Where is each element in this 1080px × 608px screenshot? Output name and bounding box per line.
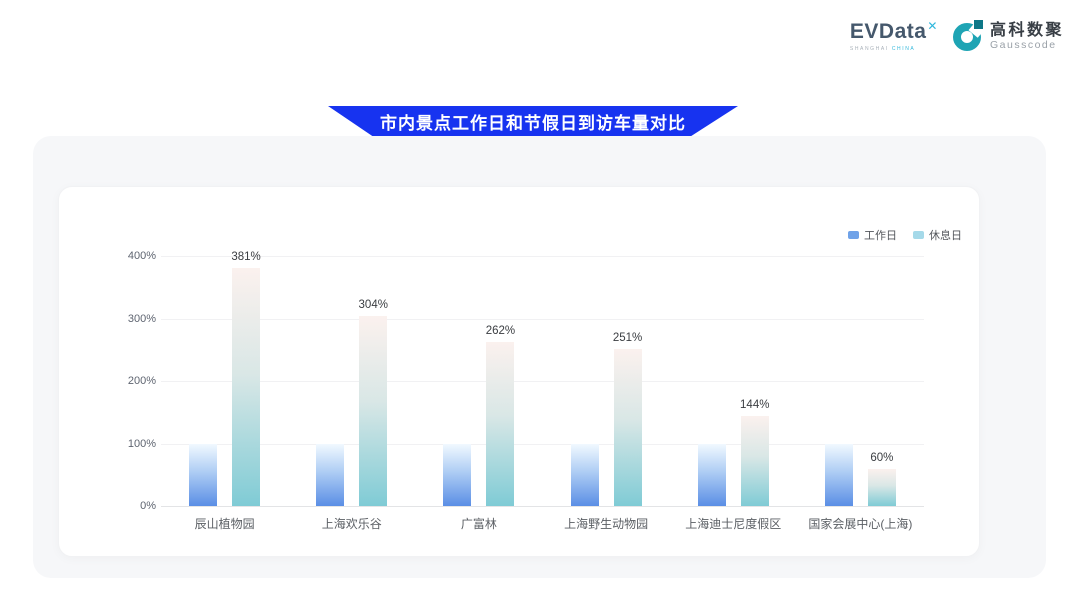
bar-value-label: 304% <box>341 299 405 311</box>
bar-value-label: 251% <box>596 332 660 344</box>
title-banner: 市内景点工作日和节假日到访车量对比 <box>328 106 738 136</box>
header-logos: EVData✕ SHANGHAI CHINA 高科数聚 Gausscode <box>850 20 1064 52</box>
bar-工作日 <box>698 444 726 507</box>
bar-value-label: 144% <box>723 399 787 411</box>
bar-休息日 <box>741 416 769 506</box>
y-axis-tick: 0% <box>101 500 156 512</box>
y-axis-tick: 400% <box>101 250 156 262</box>
x-axis-category-label: 上海迪士尼度假区 <box>663 515 803 532</box>
x-axis-category-label: 广富林 <box>409 515 549 532</box>
bar-休息日 <box>232 268 260 506</box>
bar-value-label: 381% <box>214 251 278 263</box>
gridline <box>161 381 924 382</box>
bar-休息日 <box>614 349 642 506</box>
gridline <box>161 444 924 445</box>
bar-工作日 <box>571 444 599 507</box>
y-axis-tick: 200% <box>101 375 156 387</box>
chart-card: 工作日休息日 0%100%200%300%400%辰山植物园381%上海欢乐谷3… <box>58 186 980 557</box>
y-axis-tick: 300% <box>101 313 156 325</box>
bar-工作日 <box>316 444 344 507</box>
gausscode-name-cn: 高科数聚 <box>990 22 1064 39</box>
report-page: { "header": { "evdata_logo": { "text": "… <box>0 0 1080 608</box>
x-axis-category-label: 辰山植物园 <box>155 515 295 532</box>
evdata-x-icon: ✕ <box>927 19 938 33</box>
bar-工作日 <box>825 444 853 507</box>
bar-value-label: 60% <box>850 452 914 464</box>
bar-工作日 <box>443 444 471 507</box>
evdata-logo: EVData✕ SHANGHAI CHINA <box>850 21 938 52</box>
x-axis-category-label: 上海野生动物园 <box>536 515 676 532</box>
bar-value-label: 262% <box>468 325 532 337</box>
bar-工作日 <box>189 444 217 507</box>
bar-休息日 <box>486 342 514 506</box>
gridline <box>161 319 924 320</box>
gausscode-name-en: Gausscode <box>990 39 1064 51</box>
bar-休息日 <box>868 469 896 507</box>
evdata-wordmark: EVData✕ <box>850 21 938 45</box>
gausscode-g-icon <box>952 20 984 52</box>
chart-plot: 0% 100% 200% 300% 400% 辰山植物园 381% 上海欢乐谷 304% 广富林 2… <box>59 187 979 556</box>
x-axis-category-label: 国家会展中心(上海) <box>790 515 930 532</box>
gausscode-logo: 高科数聚 Gausscode <box>952 20 1064 52</box>
bar-休息日 <box>359 316 387 506</box>
x-axis-category-label: 上海欢乐谷 <box>282 515 422 532</box>
gridline <box>161 506 924 507</box>
y-axis-tick: 100% <box>101 438 156 450</box>
page-title: 市内景点工作日和节假日到访车量对比 <box>380 109 686 134</box>
evdata-subtitle: SHANGHAI CHINA <box>850 46 915 52</box>
